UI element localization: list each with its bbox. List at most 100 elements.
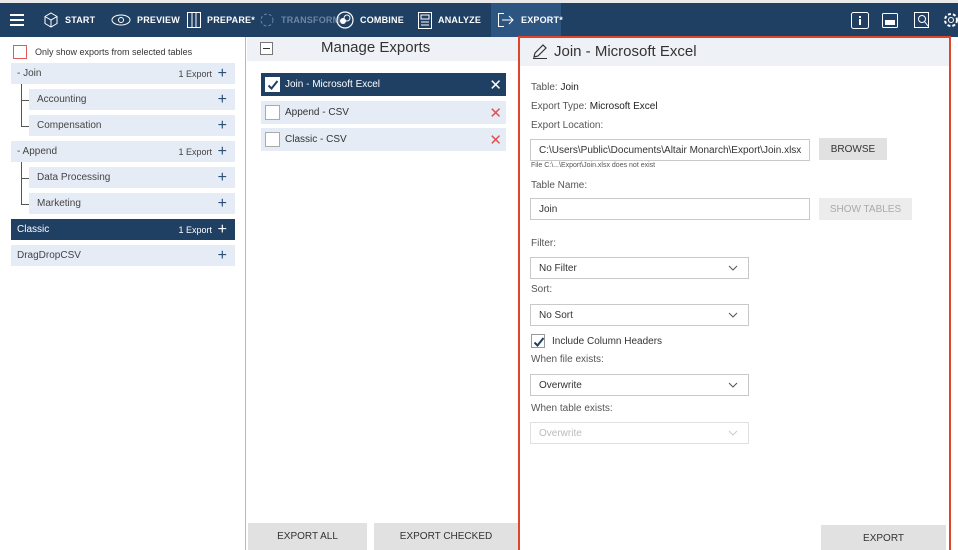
pencil-icon (533, 44, 547, 59)
add-export-button[interactable]: + (218, 63, 227, 84)
chevron-down-icon (728, 382, 738, 388)
table-item-compensation[interactable]: Compensation + (29, 115, 235, 136)
table-name-input[interactable]: Join (530, 198, 810, 220)
export-checked-button[interactable]: EXPORT CHECKED (374, 523, 518, 550)
filter-value: No Filter (539, 262, 577, 274)
top-toolbar: START PREVIEW PREPARE* TRANSFORM COMBINE… (0, 0, 958, 37)
tab-prepare-label: PREPARE* (207, 15, 255, 25)
table-name: Marketing (37, 198, 81, 209)
export-location-input[interactable]: C:\Users\Public\Documents\Altair Monarch… (530, 139, 810, 161)
remove-export-button[interactable]: ✕ (489, 76, 502, 94)
table-item-classic[interactable]: Classic 1 Export + (11, 219, 235, 240)
add-export-button[interactable]: + (218, 89, 227, 110)
analyze-icon (418, 11, 432, 29)
filter-select[interactable]: No Filter (530, 257, 749, 279)
tab-start-label: START (65, 15, 96, 25)
export-details-title: Join - Microsoft Excel (554, 43, 697, 60)
file-exists-label: When file exists: (531, 354, 604, 365)
tables-panel: Only show exports from selected tables -… (0, 37, 246, 550)
export-item-join-excel[interactable]: Join - Microsoft Excel ✕ (261, 73, 506, 96)
table-name: Data Processing (37, 172, 111, 183)
export-checkbox[interactable] (265, 105, 280, 120)
remove-export-button[interactable]: ✕ (489, 104, 502, 122)
add-export-button[interactable]: + (218, 167, 227, 188)
export-location-label: Export Location: (531, 120, 604, 131)
eye-icon (111, 14, 131, 26)
collapse-all-checkbox[interactable] (260, 42, 273, 55)
menu-icon (10, 14, 24, 26)
tab-analyze[interactable]: ANALYZE (418, 3, 481, 37)
combine-icon (336, 11, 354, 29)
table-item-accounting[interactable]: Accounting + (29, 89, 235, 110)
table-value: Join (560, 82, 579, 93)
window-icon (882, 13, 898, 28)
table-name-label: Table Name: (531, 180, 588, 191)
add-export-button[interactable]: + (218, 193, 227, 214)
tree-connector (21, 126, 29, 127)
file-exists-value: Overwrite (539, 379, 582, 391)
table-info: Table: Join (531, 82, 579, 93)
add-export-button[interactable]: + (218, 219, 227, 240)
table-item-marketing[interactable]: Marketing + (29, 193, 235, 214)
show-tables-button[interactable]: SHOW TABLES (819, 198, 912, 220)
tab-analyze-label: ANALYZE (438, 15, 482, 25)
table-exists-value: Overwrite (539, 427, 582, 439)
sort-value: No Sort (539, 309, 573, 321)
tree-connector (21, 100, 29, 101)
table-item-dragdropcsv[interactable]: DragDropCSV + (11, 245, 235, 266)
add-export-button[interactable]: + (218, 245, 227, 266)
export-details-panel: Join - Microsoft Excel Table: Join Expor… (518, 36, 951, 550)
add-export-button[interactable]: + (218, 141, 227, 162)
chevron-down-icon (728, 430, 738, 436)
sort-select[interactable]: No Sort (530, 304, 749, 326)
file-exists-select[interactable]: Overwrite (530, 374, 749, 396)
export-type-label: Export Type: (531, 101, 587, 112)
settings-button[interactable] (940, 9, 958, 31)
tab-preview[interactable]: PREVIEW (111, 3, 180, 37)
tab-export[interactable]: EXPORT* (498, 3, 563, 37)
export-count: 1 Export (178, 146, 212, 157)
table-item-append[interactable]: - Append 1 Export + (11, 141, 235, 162)
export-checkbox[interactable] (265, 77, 280, 92)
add-export-button[interactable]: + (218, 115, 227, 136)
table-exists-select[interactable]: Overwrite (530, 422, 749, 444)
cube-icon (44, 12, 58, 28)
table-name: DragDropCSV (17, 250, 81, 261)
export-item-classic-csv[interactable]: Classic - CSV ✕ (261, 128, 506, 151)
menu-button[interactable] (10, 3, 24, 37)
tab-prepare[interactable]: PREPARE* (187, 3, 255, 37)
remove-export-button[interactable]: ✕ (489, 131, 502, 149)
manage-exports-panel: Manage Exports Join - Microsoft Excel ✕ … (247, 37, 518, 550)
search-button[interactable] (911, 9, 933, 31)
table-name: Compensation (37, 120, 102, 131)
tree-connector (21, 84, 22, 126)
export-checkbox[interactable] (265, 132, 280, 147)
export-all-button[interactable]: EXPORT ALL (248, 523, 367, 550)
export-type-info: Export Type: Microsoft Excel (531, 101, 658, 112)
tab-transform-label: TRANSFORM (281, 15, 341, 25)
info-icon (851, 12, 869, 29)
export-count: 1 Export (178, 68, 212, 79)
window-button[interactable] (879, 9, 901, 31)
tree-connector (21, 204, 29, 205)
browse-button[interactable]: BROWSE (819, 138, 887, 160)
table-item-data-processing[interactable]: Data Processing + (29, 167, 235, 188)
table-name: - Append (17, 146, 58, 157)
tab-transform[interactable]: TRANSFORM (259, 3, 340, 37)
only-show-selected-toggle[interactable]: Only show exports from selected tables (13, 45, 192, 59)
export-details-header: Join - Microsoft Excel (520, 38, 949, 66)
tab-combine[interactable]: COMBINE (336, 3, 404, 37)
include-headers-toggle[interactable]: Include Column Headers (531, 334, 662, 348)
tab-start[interactable]: START (43, 3, 95, 37)
export-item-append-csv[interactable]: Append - CSV ✕ (261, 101, 506, 124)
export-name: Classic - CSV (285, 134, 347, 145)
include-headers-checkbox[interactable] (531, 334, 545, 348)
info-button[interactable] (849, 9, 871, 31)
export-button[interactable]: EXPORT (821, 525, 946, 550)
table-item-join[interactable]: - Join 1 Export + (11, 63, 235, 84)
only-show-checkbox[interactable] (13, 45, 27, 59)
location-hint: File C:\...\Export\Join.xlsx does not ex… (531, 162, 656, 169)
columns-icon (187, 12, 201, 28)
checkmark-icon (267, 80, 279, 90)
chevron-down-icon (728, 312, 738, 318)
